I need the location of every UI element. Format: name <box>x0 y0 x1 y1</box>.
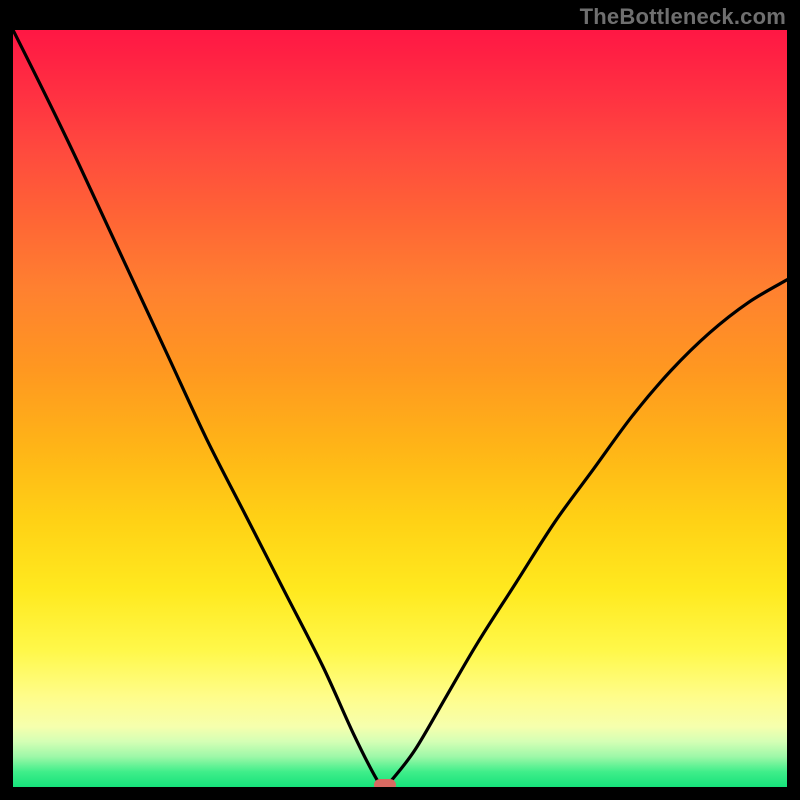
bottleneck-curve <box>13 30 787 787</box>
chart-frame: TheBottleneck.com <box>0 0 800 800</box>
minimum-marker <box>374 779 396 787</box>
plot-area <box>13 30 787 787</box>
watermark-text: TheBottleneck.com <box>580 4 786 30</box>
